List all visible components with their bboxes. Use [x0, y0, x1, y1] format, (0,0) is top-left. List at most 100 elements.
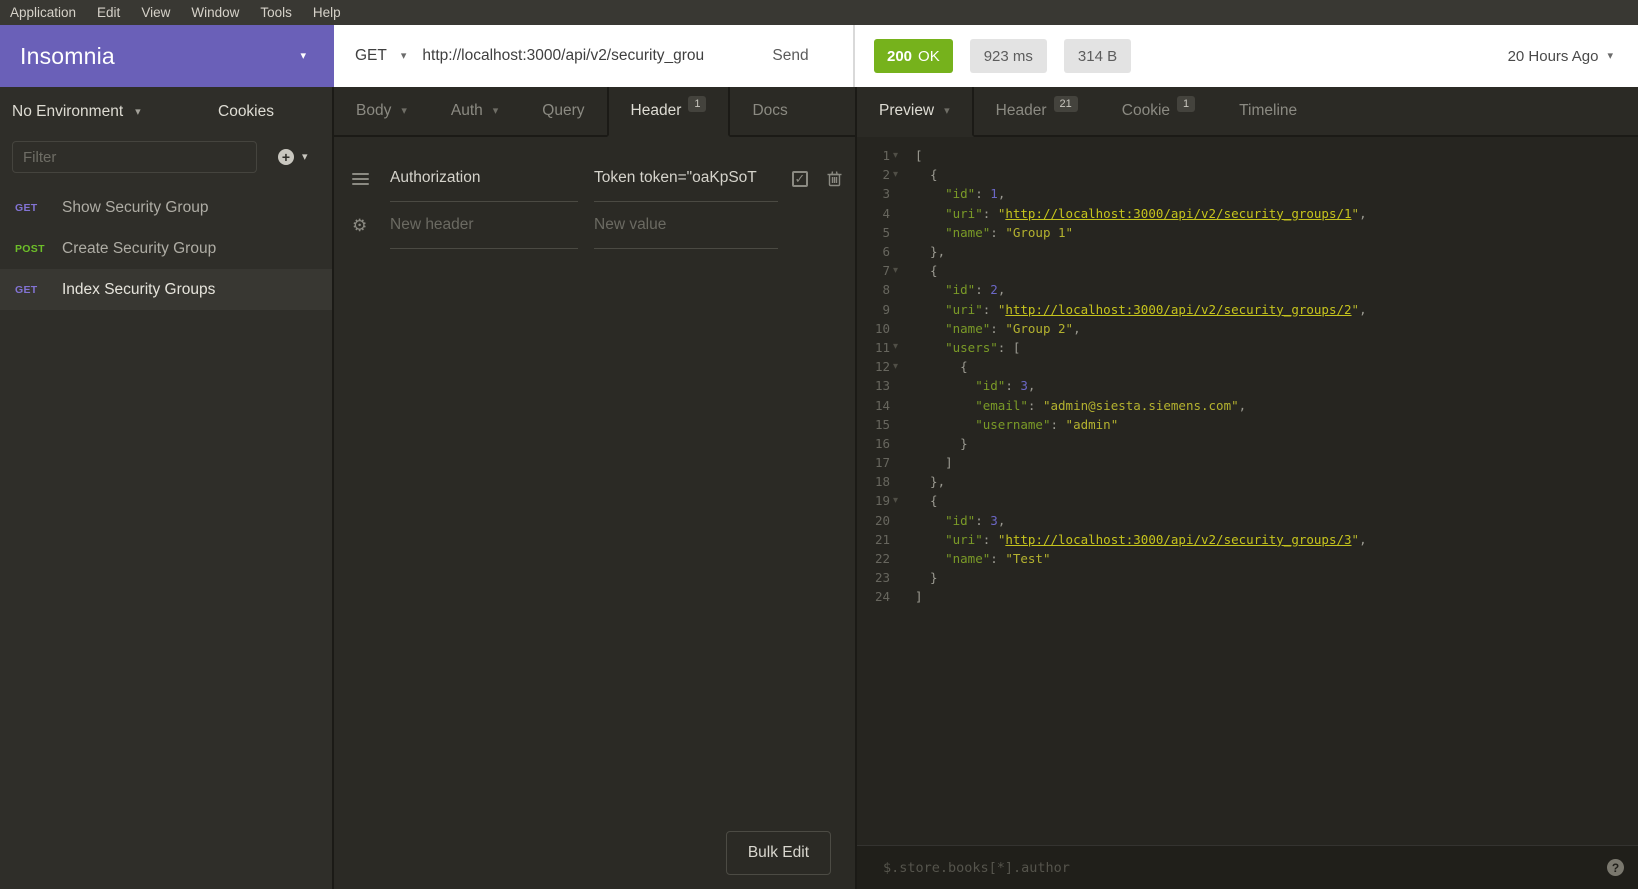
code-token: "uri"	[945, 205, 983, 221]
fold-arrow-icon[interactable]: ▾	[890, 342, 915, 352]
drag-handle-icon[interactable]	[352, 172, 372, 185]
trash-icon[interactable]	[827, 170, 842, 187]
fold-arrow-icon[interactable]: ▾	[890, 495, 915, 506]
time-badge: 923 ms	[969, 39, 1047, 73]
response-link[interactable]: http://localhost:3000/api/v2/security_gr…	[1005, 206, 1351, 221]
sidebar-request-create-security-group[interactable]: POST Create Security Group	[0, 228, 332, 269]
request-tab-header[interactable]: Header 1	[606, 87, 731, 137]
sidebar-request-index-security-groups[interactable]: GET Index Security Groups	[0, 269, 332, 310]
bulk-edit-button[interactable]: Bulk Edit	[725, 831, 831, 875]
sidebar-filter-row: + ▾	[0, 137, 332, 173]
environment-dropdown[interactable]: No Environment ▾	[12, 103, 141, 121]
request-tab-docs[interactable]: Docs	[730, 87, 809, 135]
response-tab-preview[interactable]: Preview ▾	[857, 87, 974, 137]
cookies-button[interactable]: Cookies	[218, 103, 274, 121]
header-value-field[interactable]: Token token="oaKpSoT	[594, 155, 778, 202]
code-token: "name"	[945, 224, 991, 240]
tab-label: Auth	[450, 102, 483, 119]
create-request-dropdown[interactable]: + ▾	[278, 149, 308, 165]
code-token: "uri"	[945, 531, 983, 547]
line-number: 9	[882, 301, 890, 317]
new-header-name-input[interactable]	[390, 216, 578, 234]
url-row: GET ▾ http://localhost:3000/api/v2/secur…	[334, 25, 1638, 87]
request-name: Show Security Group	[62, 198, 209, 216]
menu-application[interactable]: Application	[10, 5, 76, 20]
code-token: ,	[997, 282, 1006, 298]
code-token: [	[915, 148, 923, 164]
code-text: "name": "Group 1"	[915, 225, 1073, 240]
code-line: 17 ]	[857, 453, 1638, 472]
code-line: 19 ▾ {	[857, 491, 1638, 510]
line-number: 16	[874, 435, 890, 451]
fold-arrow-icon[interactable]: ▾	[890, 150, 915, 161]
request-tab-auth[interactable]: Auth ▾	[429, 87, 520, 135]
code-token: "name"	[945, 320, 991, 336]
sidebar-filter-input[interactable]	[12, 141, 257, 173]
line-number: 5	[882, 224, 890, 240]
response-link[interactable]: http://localhost:3000/api/v2/security_gr…	[1005, 302, 1351, 317]
sidebar-request-show-security-group[interactable]: GET Show Security Group	[0, 187, 332, 228]
jsonpath-filter-input[interactable]	[857, 859, 1607, 876]
help-icon[interactable]: ?	[1607, 859, 1624, 876]
history-label: 20 Hours Ago	[1507, 47, 1599, 65]
code-token: :	[975, 512, 991, 528]
code-text: "id": 2,	[915, 282, 1005, 297]
code-token: {	[915, 263, 938, 279]
code-line: 22 "name": "Test"	[857, 549, 1638, 568]
code-token: "users"	[945, 339, 998, 355]
menu-edit[interactable]: Edit	[97, 5, 120, 20]
chevron-down-icon: ▾	[401, 104, 407, 117]
line-number: 21	[874, 531, 890, 547]
fold-arrow-icon[interactable]: ▾	[890, 169, 915, 180]
menu-tools[interactable]: Tools	[260, 5, 292, 20]
new-header-value-input[interactable]	[594, 216, 778, 234]
menu-window[interactable]: Window	[191, 5, 239, 20]
line-number: 4	[882, 205, 890, 221]
code-token: {	[915, 167, 938, 183]
code-line: 14 "email": "admin@siesta.siemens.com",	[857, 395, 1638, 414]
code-token: "admin@siesta.siemens.com"	[1042, 397, 1239, 413]
code-text: "uri": "http://localhost:3000/api/v2/sec…	[915, 531, 1366, 547]
code-token: :	[1027, 397, 1043, 413]
method-dropdown[interactable]: GET ▾	[355, 47, 406, 65]
menu-view[interactable]: View	[141, 5, 170, 20]
workspace-dropdown[interactable]: Insomnia ▾	[0, 25, 334, 87]
gear-icon[interactable]: ⚙	[352, 216, 372, 236]
code-line: 12 ▾ {	[857, 357, 1638, 376]
response-tab-header[interactable]: Header 21	[974, 87, 1100, 135]
response-history-dropdown[interactable]: 20 Hours Ago ▾	[1508, 48, 1613, 65]
code-line: 1 ▾[	[857, 146, 1638, 165]
code-line: 10 "name": "Group 2",	[857, 319, 1638, 338]
line-number: 18	[874, 474, 890, 490]
fold-arrow-icon[interactable]: ▾	[890, 361, 915, 372]
line-number: 22	[874, 551, 890, 567]
line-number: 23	[874, 570, 890, 586]
header-enabled-checkbox[interactable]: ✓	[792, 170, 808, 187]
tab-label: Docs	[752, 102, 788, 119]
response-panel: Preview ▾ Header 21 Cookie 1 Timeline 1 ▾[2 ▾ {3…	[857, 87, 1638, 889]
code-token: "admin"	[1065, 416, 1119, 432]
menu-help[interactable]: Help	[313, 5, 341, 20]
line-number: 15	[874, 416, 890, 432]
code-token: }	[915, 570, 938, 586]
code-token: :	[1050, 416, 1066, 432]
fold-arrow-icon[interactable]: ▾	[890, 265, 915, 276]
header-name-field[interactable]: Authorization	[390, 155, 578, 202]
code-line: 20 "id": 3,	[857, 511, 1638, 530]
chevron-down-icon: ▾	[300, 49, 306, 62]
request-tab-query[interactable]: Query	[520, 87, 606, 135]
code-token: ]	[915, 455, 953, 471]
url-input[interactable]: http://localhost:3000/api/v2/security_gr…	[422, 47, 764, 65]
send-button[interactable]: Send	[772, 47, 808, 65]
chevron-down-icon: ▾	[944, 104, 950, 117]
line-number: 20	[874, 512, 890, 528]
request-tab-body[interactable]: Body ▾	[334, 87, 429, 135]
response-tab-cookie[interactable]: Cookie 1	[1100, 87, 1217, 135]
response-link[interactable]: http://localhost:3000/api/v2/security_gr…	[1005, 532, 1351, 547]
code-token: :	[982, 301, 998, 317]
response-tab-timeline[interactable]: Timeline	[1217, 87, 1319, 135]
code-text: "users": [	[915, 340, 1020, 355]
